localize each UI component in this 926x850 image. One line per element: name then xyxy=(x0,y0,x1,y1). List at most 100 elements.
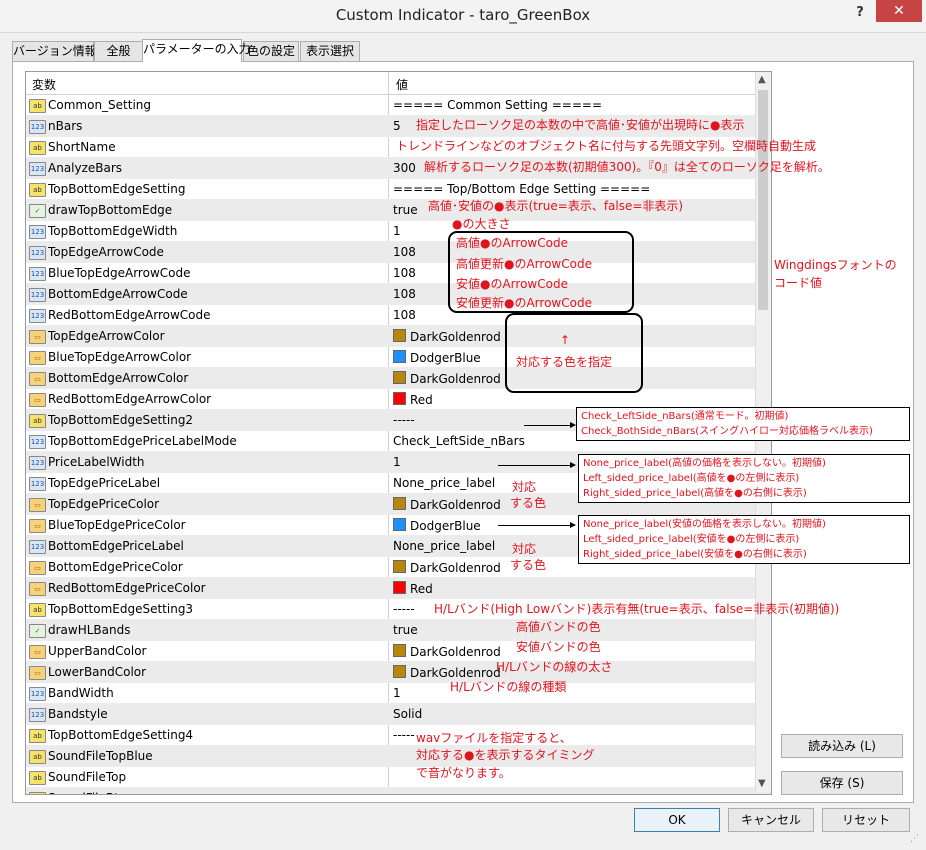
bottom-label-arrow xyxy=(498,522,576,528)
note-wav-1: wavファイルを指定すると、 xyxy=(416,731,572,745)
reset-button[interactable]: リセット xyxy=(822,808,910,832)
note-nbars: 指定したローソク足の本数の中で高値･安値が出現時に●表示 xyxy=(416,118,745,132)
scroll-up-icon[interactable]: ▲ xyxy=(758,74,766,85)
parameter-row-bandstyle[interactable]: 123 Bandstyle Solid xyxy=(26,704,771,725)
parameter-name: PriceLabelWidth xyxy=(48,455,145,469)
parameter-value-text: DodgerBlue xyxy=(410,351,481,365)
parameter-value-text: DarkGoldenrod xyxy=(410,330,501,344)
color-type-icon: ▭ xyxy=(29,666,46,680)
parameter-row-bluetopedgearrowcode[interactable]: 123 BlueTopEdgeArrowCode 108 xyxy=(26,263,771,284)
parameter-row-lowerbandcolor[interactable]: ▭ LowerBandColor DarkGoldenrod xyxy=(26,662,771,683)
parameter-value-text: 300 xyxy=(393,161,416,175)
parameter-value[interactable]: ----- xyxy=(393,602,415,616)
number-type-icon: 123 xyxy=(29,120,46,134)
parameter-value[interactable]: true xyxy=(393,623,418,637)
parameter-value[interactable]: true xyxy=(393,203,418,217)
parameter-value[interactable]: Red xyxy=(393,392,433,407)
parameter-value[interactable]: 108 xyxy=(393,308,416,322)
parameter-value[interactable]: DarkGoldenrod xyxy=(393,329,501,344)
cancel-button[interactable]: キャンセル xyxy=(728,808,814,832)
parameter-value[interactable]: DarkGoldenrod xyxy=(393,560,501,575)
help-button[interactable]: ? xyxy=(846,2,874,24)
parameter-value[interactable]: None_price_label xyxy=(393,476,495,490)
parameter-row-bottomedgearrowcode[interactable]: 123 BottomEdgeArrowCode 108 xyxy=(26,284,771,305)
color-type-icon: ▭ xyxy=(29,330,46,344)
parameter-value[interactable]: 1 xyxy=(393,455,401,469)
color-type-icon: ▭ xyxy=(29,498,46,512)
parameter-value-text: 5 xyxy=(393,119,401,133)
parameter-value[interactable]: 300 xyxy=(393,161,416,175)
parameter-row-bandwidth[interactable]: 123 BandWidth 1 xyxy=(26,683,771,704)
parameter-value[interactable]: ===== Common Setting ===== xyxy=(393,98,602,112)
parameter-row-soundfilebtm[interactable]: abSoundFileBtm xyxy=(26,788,771,794)
parameter-row-soundfiletop[interactable]: ab SoundFileTop xyxy=(26,767,771,788)
parameter-value[interactable]: 108 xyxy=(393,266,416,280)
parameter-row-topbottomedgesetting4[interactable]: ab TopBottomEdgeSetting4 ----- xyxy=(26,725,771,746)
number-type-icon: 123 xyxy=(29,708,46,722)
parameter-value[interactable]: Check_LeftSide_nBars xyxy=(393,434,525,448)
resize-grip-icon[interactable]: ⋰ xyxy=(910,834,919,844)
mode-callout: Check_LeftSide_nBars(通常モード。初期値) Check_Bo… xyxy=(576,407,910,441)
parameter-row-redbottomedgepricecolor[interactable]: ▭ RedBottomEdgePriceColor Red xyxy=(26,578,771,599)
note-corresponding-1a: 対応 xyxy=(512,480,537,494)
parameter-value[interactable]: ----- xyxy=(393,413,415,427)
parameter-name: TopEdgePriceLabel xyxy=(48,476,161,490)
parameter-row-topedgearrowcolor[interactable]: ▭ TopEdgeArrowColor DarkGoldenrod xyxy=(26,326,771,347)
tab-parameters[interactable]: パラメーターの入力 xyxy=(142,39,251,62)
note-top-label-1: None_price_label(高値の価格を表示しない。初期値) xyxy=(583,458,826,469)
tab-version-info[interactable]: バージョン情報 xyxy=(12,41,97,61)
scrollbar-thumb[interactable] xyxy=(758,90,768,310)
tab-general[interactable]: 全般 xyxy=(94,41,143,61)
parameter-name: TopBottomEdgeSetting xyxy=(48,182,186,196)
parameter-value[interactable]: 108 xyxy=(393,287,416,301)
note-wav-3: で音がなります。 xyxy=(416,766,511,780)
parameter-row-bluetopedgearrowcolor[interactable]: ▭ BlueTopEdgeArrowColor DodgerBlue xyxy=(26,347,771,368)
column-header-value[interactable]: 値 xyxy=(396,76,408,93)
parameter-name: TopEdgeArrowCode xyxy=(48,245,164,259)
parameter-row-topedgearrowcode[interactable]: 123 TopEdgeArrowCode 108 xyxy=(26,242,771,263)
parameter-value[interactable]: 1 xyxy=(393,686,401,700)
parameter-value[interactable]: DarkGoldenrod xyxy=(393,644,501,659)
tab-colors[interactable]: 色の設定 xyxy=(243,41,299,61)
parameter-value[interactable]: DodgerBlue xyxy=(393,350,481,365)
parameter-row-upperbandcolor[interactable]: ▭ UpperBandColor DarkGoldenrod xyxy=(26,641,771,662)
parameter-name: BottomEdgePriceLabel xyxy=(48,539,184,553)
parameter-name: nBars xyxy=(48,119,83,133)
parameter-value[interactable]: DodgerBlue xyxy=(393,518,481,533)
note-bottom-label-1: None_price_label(安値の価格を表示しない。初期値) xyxy=(583,519,826,530)
note-color-spec: 対応する色を指定 xyxy=(516,355,613,369)
parameter-value-text: 108 xyxy=(393,266,416,280)
number-type-icon: 123 xyxy=(29,246,46,260)
parameter-name: TopEdgePriceColor xyxy=(48,497,160,511)
parameter-value[interactable]: None_price_label xyxy=(393,539,495,553)
note-lower-band: 安値バンドの色 xyxy=(516,640,601,654)
parameter-value[interactable]: DarkGoldenrod xyxy=(393,371,501,386)
parameter-value[interactable]: 108 xyxy=(393,245,416,259)
parameter-row-drawhlbands[interactable]: ✓ drawHLBands true xyxy=(26,620,771,641)
scroll-down-icon[interactable]: ▼ xyxy=(758,778,766,789)
load-button[interactable]: 読み込み (L) xyxy=(781,734,903,758)
parameter-value[interactable]: ----- xyxy=(393,728,415,742)
parameter-row-redbottomedgearrowcode[interactable]: 123 RedBottomEdgeArrowCode 108 xyxy=(26,305,771,326)
close-button[interactable]: ✕ xyxy=(876,0,922,22)
parameter-row-common_setting[interactable]: ab Common_Setting ===== Common Setting ===… xyxy=(26,95,771,116)
parameter-value[interactable]: ===== Top/Bottom Edge Setting ===== xyxy=(393,182,650,196)
parameter-value[interactable]: DarkGoldenrod xyxy=(393,497,501,512)
parameter-value[interactable]: 5 xyxy=(393,119,401,133)
parameter-row-bottomedgearrowcolor[interactable]: ▭ BottomEdgeArrowColor DarkGoldenrod xyxy=(26,368,771,389)
parameter-value[interactable]: Red xyxy=(393,581,433,596)
parameter-value-text: 108 xyxy=(393,287,416,301)
up-arrow-icon: ↑ xyxy=(560,333,571,347)
tab-display-select[interactable]: 表示選択 xyxy=(300,41,360,61)
parameter-value-text: 1 xyxy=(393,686,401,700)
save-button[interactable]: 保存 (S) xyxy=(781,771,903,795)
parameter-value-text: 1 xyxy=(393,224,401,238)
parameter-row-soundfiletopblue[interactable]: ab SoundFileTopBlue xyxy=(26,746,771,767)
parameter-value[interactable]: Solid xyxy=(393,707,422,721)
parameter-row-topbottomedgewidth[interactable]: 123 TopBottomEdgeWidth 1 xyxy=(26,221,771,242)
parameter-value-text: None_price_label xyxy=(393,539,496,553)
column-header-name[interactable]: 変数 xyxy=(32,76,56,93)
ok-button[interactable]: OK xyxy=(634,808,720,832)
parameter-value[interactable]: 1 xyxy=(393,224,401,238)
color-swatch xyxy=(393,560,406,573)
